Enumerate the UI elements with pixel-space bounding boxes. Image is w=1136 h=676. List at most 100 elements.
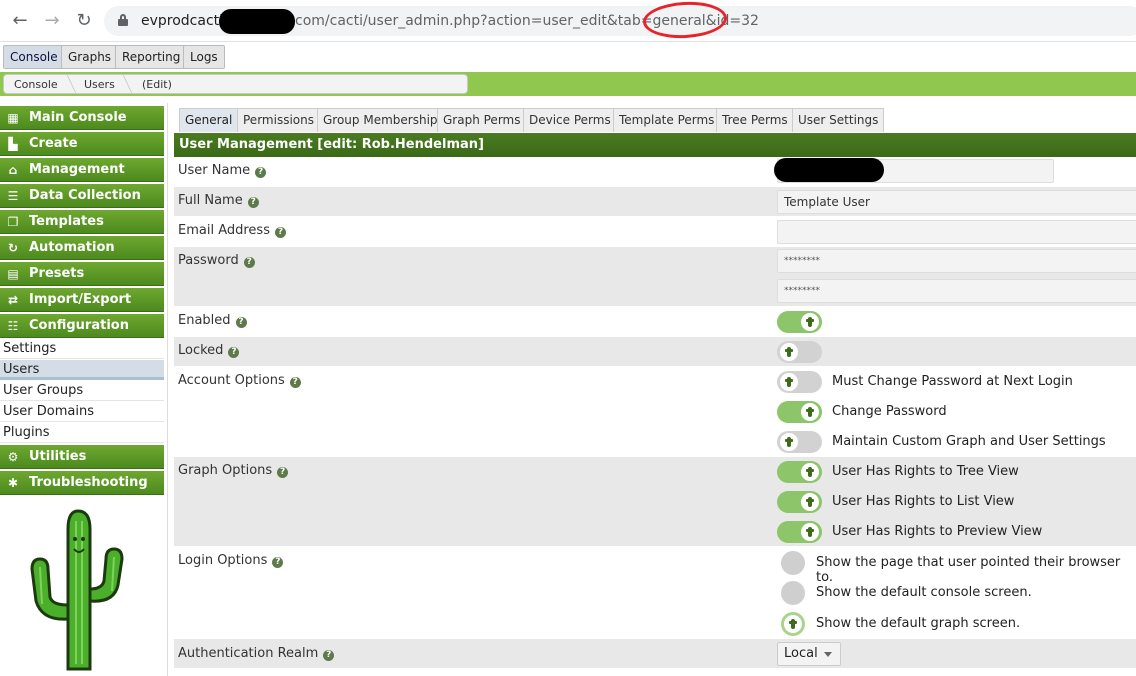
nav-create[interactable]: ▙ Create <box>0 132 164 156</box>
reload-icon[interactable]: ↻ <box>72 9 96 33</box>
list-view-toggle[interactable] <box>777 491 822 513</box>
row-graph-options: Graph Options? User Has Rights to Tree V… <box>174 457 1136 547</box>
breadcrumb-console[interactable]: Console <box>14 78 58 91</box>
preview-view-label: User Has Rights to Preview View <box>832 524 1043 539</box>
forward-arrow-icon[interactable]: → <box>40 9 64 33</box>
row-login-options: Login Options? Show the page that user p… <box>174 547 1136 639</box>
auth-realm-label: Authentication Realm? <box>178 646 335 661</box>
enabled-toggle[interactable] <box>777 311 822 333</box>
help-icon[interactable]: ? <box>243 257 255 268</box>
help-icon[interactable]: ? <box>247 197 259 208</box>
email-field[interactable] <box>777 220 1136 244</box>
form-title: User Management [edit: Rob.Hendelman] <box>174 133 1136 157</box>
login-option-radio-console[interactable] <box>781 581 805 605</box>
password-field[interactable]: ******** <box>777 249 1136 273</box>
tab-general[interactable]: General <box>179 108 239 132</box>
row-user-name: User Name? <box>174 157 1136 187</box>
login-option-radio-referer[interactable] <box>781 551 805 575</box>
help-icon[interactable]: ? <box>274 227 286 238</box>
row-account-options: Account Options? Must Change Password at… <box>174 367 1136 457</box>
copy-icon: ❐ <box>7 215 19 229</box>
tab-reporting[interactable]: Reporting <box>115 45 188 69</box>
row-email: Email Address? <box>174 217 1136 247</box>
cacti-logo <box>30 509 124 671</box>
help-icon[interactable]: ? <box>228 347 240 358</box>
url-redaction <box>219 9 295 34</box>
nav-import-export[interactable]: ⇄ Import/Export <box>0 288 164 312</box>
nav-main-console[interactable]: ▦ Main Console <box>0 106 164 130</box>
nav-data-collection[interactable]: ☰ Data Collection <box>0 184 164 208</box>
row-password: Password? ******** ******** <box>174 247 1136 307</box>
enabled-label: Enabled? <box>178 313 247 328</box>
maintain-custom-settings-toggle[interactable] <box>777 431 822 453</box>
database-icon: ☰ <box>7 189 19 203</box>
chart-icon: ▙ <box>8 137 18 151</box>
tab-tree-perms[interactable]: Tree Perms <box>716 108 794 132</box>
graph-options-label: Graph Options? <box>178 463 289 478</box>
nav-automation[interactable]: ↻ Automation <box>0 236 164 260</box>
archive-icon: ▤ <box>7 267 19 281</box>
nav-templates[interactable]: ❐ Templates <box>0 210 164 234</box>
nav-management[interactable]: ⌂ Management <box>0 158 164 182</box>
nav-plugins[interactable]: Plugins <box>0 423 164 443</box>
map-icon: ▦ <box>7 111 19 125</box>
tab-permissions[interactable]: Permissions <box>237 108 320 132</box>
auth-realm-select[interactable]: Local <box>777 642 841 666</box>
refresh-icon: ↻ <box>7 241 19 255</box>
nav-utilities[interactable]: ⚙ Utilities <box>0 445 164 469</box>
row-auth-realm: Authentication Realm? Local <box>174 639 1136 669</box>
tab-graph-perms[interactable]: Graph Perms <box>437 108 527 132</box>
tab-console[interactable]: Console <box>3 45 65 69</box>
full-name-label: Full Name? <box>178 193 259 208</box>
breadcrumb-edit: (Edit) <box>142 78 172 91</box>
nav-settings[interactable]: Settings <box>0 339 164 359</box>
sliders-icon: ☷ <box>7 319 19 333</box>
breadcrumb-users[interactable]: Users <box>84 78 115 91</box>
locked-toggle[interactable] <box>777 341 822 363</box>
breadcrumb-bar: Console Users (Edit) <box>0 72 1136 96</box>
login-option-radio-graph[interactable] <box>781 612 805 636</box>
nav-user-groups[interactable]: User Groups <box>0 381 164 401</box>
tab-logs[interactable]: Logs <box>183 45 225 69</box>
nav-user-domains[interactable]: User Domains <box>0 402 164 422</box>
maintain-custom-settings-label: Maintain Custom Graph and User Settings <box>832 434 1106 449</box>
help-icon[interactable]: ? <box>289 377 301 388</box>
back-arrow-icon[interactable]: ← <box>8 9 32 33</box>
nav-configuration[interactable]: ☷ Configuration <box>0 314 164 338</box>
password-confirm-field[interactable]: ******** <box>777 279 1136 303</box>
address-bar[interactable]: evprodcacti0 com/cacti/user_admin.php?ac… <box>104 6 1136 36</box>
preview-view-toggle[interactable] <box>777 521 822 543</box>
help-icon[interactable]: ? <box>323 650 335 661</box>
login-option-referer-label: Show the page that user pointed their br… <box>816 555 1121 585</box>
account-options-label: Account Options? <box>178 373 301 388</box>
row-full-name: Full Name? Template User <box>174 187 1136 217</box>
help-icon[interactable]: ? <box>255 167 267 178</box>
change-password-toggle[interactable] <box>777 401 822 423</box>
full-name-field[interactable]: Template User <box>777 190 1136 214</box>
tab-device-perms[interactable]: Device Perms <box>523 108 617 132</box>
locked-label: Locked? <box>178 343 240 358</box>
user-name-label: User Name? <box>178 163 267 178</box>
user-name-redaction <box>774 158 884 182</box>
login-option-console-label: Show the default console screen. <box>816 585 1032 600</box>
tab-group-membership[interactable]: Group Membership <box>317 108 444 132</box>
home-icon: ⌂ <box>8 163 18 177</box>
nav-presets[interactable]: ▤ Presets <box>0 262 164 286</box>
left-navigation: ▦ Main Console ▙ Create ⌂ Management ☰ Data … <box>0 103 168 676</box>
login-options-label: Login Options? <box>178 553 284 568</box>
nav-troubleshooting[interactable]: ✱ Troubleshooting <box>0 471 164 495</box>
gears-icon: ⚙ <box>7 450 19 464</box>
must-change-password-toggle[interactable] <box>777 371 822 393</box>
tab-user-settings[interactable]: User Settings <box>792 108 885 132</box>
help-icon[interactable]: ? <box>272 557 284 568</box>
tab-template-perms[interactable]: Template Perms <box>613 108 721 132</box>
help-icon[interactable]: ? <box>277 467 289 478</box>
help-icon[interactable]: ? <box>235 317 247 328</box>
nav-users[interactable]: Users <box>0 360 164 380</box>
tab-graphs[interactable]: Graphs <box>61 45 119 69</box>
tree-view-label: User Has Rights to Tree View <box>832 464 1019 479</box>
row-enabled: Enabled? <box>174 307 1136 337</box>
row-locked: Locked? <box>174 337 1136 367</box>
browser-toolbar: ← → ↻ evprodcacti0 com/cacti/user_admin.… <box>0 0 1136 42</box>
tree-view-toggle[interactable] <box>777 461 822 483</box>
